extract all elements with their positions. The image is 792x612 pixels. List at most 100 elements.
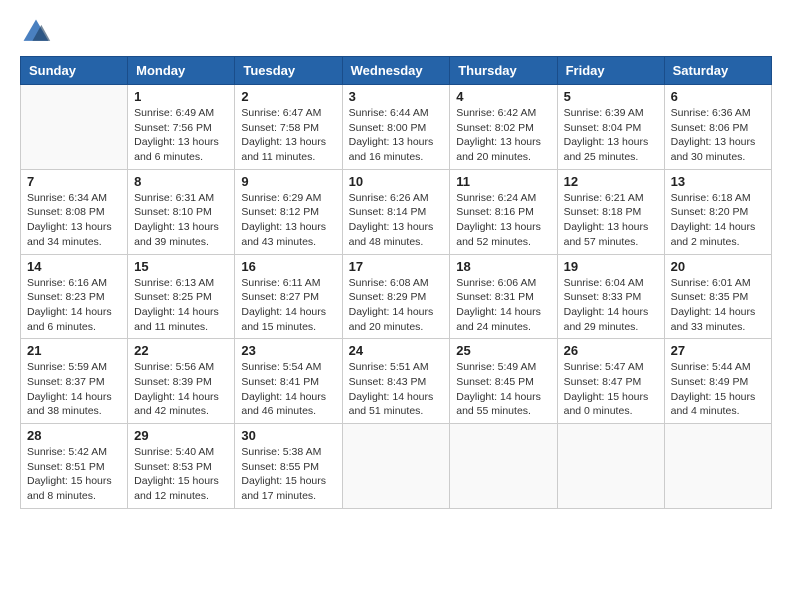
page: SundayMondayTuesdayWednesdayThursdayFrid… [0, 0, 792, 612]
calendar-cell: 15Sunrise: 6:13 AMSunset: 8:25 PMDayligh… [128, 254, 235, 339]
day-number: 4 [456, 89, 550, 104]
calendar-header-saturday: Saturday [664, 57, 771, 85]
calendar-cell [342, 424, 450, 509]
calendar-cell: 4 Sunrise: 6:42 AMSunset: 8:02 PMDaylight… [450, 85, 557, 170]
calendar-cell: 8 Sunrise: 6:31 AMSunset: 8:10 PMDaylight… [128, 169, 235, 254]
calendar-cell: 16 Sunrise: 6:11 AMSunset: 8:27 PMDayligh… [235, 254, 342, 339]
calendar-header-monday: Monday [128, 57, 235, 85]
day-info: Sunrise: 6:34 AMSunset: 8:08 PMDaylight:… [27, 191, 121, 250]
calendar-cell: 30 Sunrise: 5:38 AMSunset: 8:55 PMDayligh… [235, 424, 342, 509]
calendar-cell: 1 Sunrise: 6:49 AMSunset: 7:56 PMDaylight… [128, 85, 235, 170]
day-number: 2 [241, 89, 335, 104]
calendar-header-sunday: Sunday [21, 57, 128, 85]
calendar-week-row: 28Sunrise: 5:42 AMSunset: 8:51 PMDayligh… [21, 424, 772, 509]
day-info: Sunrise: 6:11 AMSunset: 8:27 PMDaylight:… [241, 276, 335, 335]
day-number: 27 [671, 343, 765, 358]
day-number: 23 [241, 343, 335, 358]
calendar-cell: 27 Sunrise: 5:44 AMSunset: 8:49 PMDayligh… [664, 339, 771, 424]
day-number: 5 [564, 89, 658, 104]
calendar-cell [557, 424, 664, 509]
calendar-cell: 22Sunrise: 5:56 AMSunset: 8:39 PMDayligh… [128, 339, 235, 424]
day-number: 22 [134, 343, 228, 358]
calendar-header-wednesday: Wednesday [342, 57, 450, 85]
day-info: Sunrise: 6:39 AMSunset: 8:04 PMDaylight:… [564, 106, 658, 165]
calendar-cell: 13 Sunrise: 6:18 AMSunset: 8:20 PMDayligh… [664, 169, 771, 254]
calendar-week-row: 1 Sunrise: 6:49 AMSunset: 7:56 PMDaylight… [21, 85, 772, 170]
day-info: Sunrise: 6:21 AMSunset: 8:18 PMDaylight:… [564, 191, 658, 250]
calendar-cell: 20 Sunrise: 6:01 AMSunset: 8:35 PMDayligh… [664, 254, 771, 339]
day-info: Sunrise: 6:08 AMSunset: 8:29 PMDaylight:… [349, 276, 444, 335]
day-number: 29 [134, 428, 228, 443]
day-number: 10 [349, 174, 444, 189]
calendar-cell: 18 Sunrise: 6:06 AMSunset: 8:31 PMDayligh… [450, 254, 557, 339]
day-info: Sunrise: 6:04 AMSunset: 8:33 PMDaylight:… [564, 276, 658, 335]
day-info: Sunrise: 6:01 AMSunset: 8:35 PMDaylight:… [671, 276, 765, 335]
day-info: Sunrise: 6:29 AMSunset: 8:12 PMDaylight:… [241, 191, 335, 250]
calendar-cell: 28Sunrise: 5:42 AMSunset: 8:51 PMDayligh… [21, 424, 128, 509]
calendar-cell: 2 Sunrise: 6:47 AMSunset: 7:58 PMDaylight… [235, 85, 342, 170]
day-number: 24 [349, 343, 444, 358]
day-info: Sunrise: 6:42 AMSunset: 8:02 PMDaylight:… [456, 106, 550, 165]
day-number: 12 [564, 174, 658, 189]
calendar-cell: 7 Sunrise: 6:34 AMSunset: 8:08 PMDaylight… [21, 169, 128, 254]
day-number: 20 [671, 259, 765, 274]
day-number: 6 [671, 89, 765, 104]
day-info: Sunrise: 6:49 AMSunset: 7:56 PMDaylight:… [134, 106, 228, 165]
calendar-cell: 3 Sunrise: 6:44 AMSunset: 8:00 PMDaylight… [342, 85, 450, 170]
calendar-cell: 11Sunrise: 6:24 AMSunset: 8:16 PMDayligh… [450, 169, 557, 254]
day-info: Sunrise: 6:26 AMSunset: 8:14 PMDaylight:… [349, 191, 444, 250]
day-info: Sunrise: 6:06 AMSunset: 8:31 PMDaylight:… [456, 276, 550, 335]
calendar-cell: 23Sunrise: 5:54 AMSunset: 8:41 PMDayligh… [235, 339, 342, 424]
day-number: 19 [564, 259, 658, 274]
calendar-cell: 17 Sunrise: 6:08 AMSunset: 8:29 PMDayligh… [342, 254, 450, 339]
day-info: Sunrise: 6:18 AMSunset: 8:20 PMDaylight:… [671, 191, 765, 250]
day-number: 7 [27, 174, 121, 189]
day-number: 8 [134, 174, 228, 189]
logo [20, 16, 56, 48]
day-number: 1 [134, 89, 228, 104]
calendar-cell [21, 85, 128, 170]
calendar-header-thursday: Thursday [450, 57, 557, 85]
day-info: Sunrise: 5:49 AMSunset: 8:45 PMDaylight:… [456, 360, 550, 419]
day-info: Sunrise: 5:51 AMSunset: 8:43 PMDaylight:… [349, 360, 444, 419]
calendar-header-friday: Friday [557, 57, 664, 85]
day-info: Sunrise: 5:44 AMSunset: 8:49 PMDaylight:… [671, 360, 765, 419]
calendar-cell: 10 Sunrise: 6:26 AMSunset: 8:14 PMDayligh… [342, 169, 450, 254]
day-info: Sunrise: 6:36 AMSunset: 8:06 PMDaylight:… [671, 106, 765, 165]
calendar-week-row: 21 Sunrise: 5:59 AMSunset: 8:37 PMDayligh… [21, 339, 772, 424]
day-info: Sunrise: 5:59 AMSunset: 8:37 PMDaylight:… [27, 360, 121, 419]
day-info: Sunrise: 5:38 AMSunset: 8:55 PMDaylight:… [241, 445, 335, 504]
day-info: Sunrise: 6:47 AMSunset: 7:58 PMDaylight:… [241, 106, 335, 165]
calendar-header-row: SundayMondayTuesdayWednesdayThursdayFrid… [21, 57, 772, 85]
day-number: 3 [349, 89, 444, 104]
calendar-cell: 26Sunrise: 5:47 AMSunset: 8:47 PMDayligh… [557, 339, 664, 424]
day-number: 18 [456, 259, 550, 274]
calendar-cell: 14 Sunrise: 6:16 AMSunset: 8:23 PMDayligh… [21, 254, 128, 339]
day-info: Sunrise: 5:47 AMSunset: 8:47 PMDaylight:… [564, 360, 658, 419]
day-info: Sunrise: 6:44 AMSunset: 8:00 PMDaylight:… [349, 106, 444, 165]
calendar: SundayMondayTuesdayWednesdayThursdayFrid… [20, 56, 772, 509]
day-number: 25 [456, 343, 550, 358]
calendar-cell [664, 424, 771, 509]
calendar-week-row: 7 Sunrise: 6:34 AMSunset: 8:08 PMDaylight… [21, 169, 772, 254]
day-info: Sunrise: 6:16 AMSunset: 8:23 PMDaylight:… [27, 276, 121, 335]
calendar-cell: 24 Sunrise: 5:51 AMSunset: 8:43 PMDayligh… [342, 339, 450, 424]
day-number: 14 [27, 259, 121, 274]
header [20, 16, 772, 48]
day-number: 16 [241, 259, 335, 274]
calendar-cell: 21 Sunrise: 5:59 AMSunset: 8:37 PMDayligh… [21, 339, 128, 424]
calendar-cell: 12 Sunrise: 6:21 AMSunset: 8:18 PMDayligh… [557, 169, 664, 254]
day-number: 30 [241, 428, 335, 443]
day-number: 21 [27, 343, 121, 358]
calendar-cell: 25 Sunrise: 5:49 AMSunset: 8:45 PMDayligh… [450, 339, 557, 424]
calendar-week-row: 14 Sunrise: 6:16 AMSunset: 8:23 PMDayligh… [21, 254, 772, 339]
calendar-cell: 5 Sunrise: 6:39 AMSunset: 8:04 PMDaylight… [557, 85, 664, 170]
day-number: 28 [27, 428, 121, 443]
calendar-header-tuesday: Tuesday [235, 57, 342, 85]
day-info: Sunrise: 6:31 AMSunset: 8:10 PMDaylight:… [134, 191, 228, 250]
day-info: Sunrise: 6:24 AMSunset: 8:16 PMDaylight:… [456, 191, 550, 250]
day-number: 17 [349, 259, 444, 274]
calendar-cell [450, 424, 557, 509]
day-number: 13 [671, 174, 765, 189]
day-info: Sunrise: 6:13 AMSunset: 8:25 PMDaylight:… [134, 276, 228, 335]
